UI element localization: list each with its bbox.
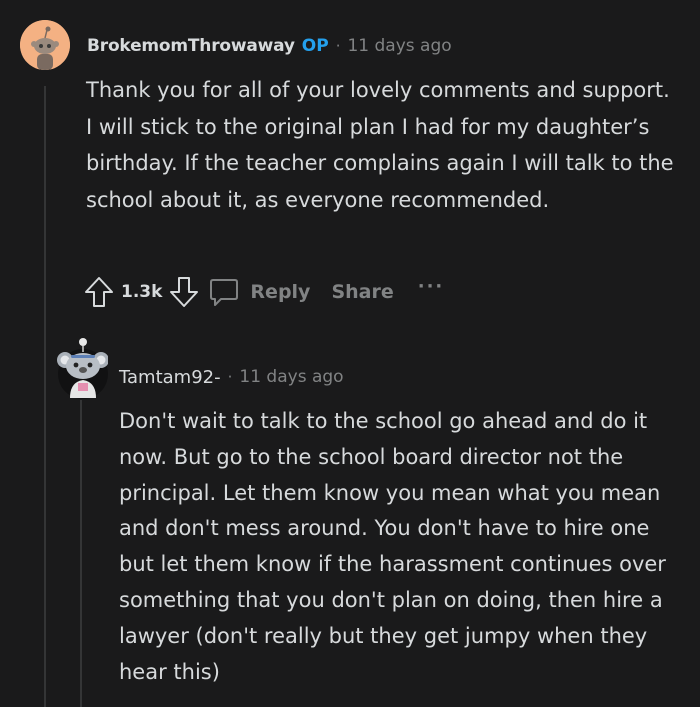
comment-meta: Tamtam92- · 11 days ago [119, 365, 344, 389]
speech-bubble-icon [210, 279, 239, 306]
separator-dot: · [335, 37, 341, 55]
timestamp[interactable]: 11 days ago [239, 367, 343, 387]
koala-avatar-icon [57, 338, 109, 399]
timestamp[interactable]: 11 days ago [347, 36, 451, 56]
downvote-button[interactable] [168, 274, 200, 310]
share-button[interactable]: Share [331, 281, 393, 303]
comment-body: Don't wait to talk to the school go ahea… [119, 409, 666, 684]
thread-line[interactable] [80, 400, 82, 707]
vote-count: 1.3k [121, 282, 163, 302]
reply-button[interactable]: Reply [208, 276, 310, 308]
comment-body: Thank you for all of your lovely comment… [86, 78, 674, 212]
user-avatar[interactable] [56, 338, 109, 400]
more-options-button[interactable]: ··· [418, 276, 445, 297]
comment-meta: BrokemomThrowaway OP · 11 days ago [87, 34, 452, 58]
snoo-avatar-icon [20, 20, 70, 70]
downvote-arrow-icon [170, 277, 199, 307]
upvote-button[interactable] [83, 274, 115, 310]
username[interactable]: Tamtam92- [119, 367, 221, 388]
reply-label: Reply [250, 281, 311, 303]
upvote-arrow-icon [85, 277, 113, 307]
user-avatar[interactable] [20, 20, 70, 70]
comment-actions: 1.3k Reply Share ··· [83, 273, 444, 311]
thread-line[interactable] [44, 86, 46, 707]
username[interactable]: BrokemomThrowaway [87, 36, 295, 56]
op-badge: OP [301, 36, 329, 56]
separator-dot: · [227, 368, 233, 386]
comment-thread: BrokemomThrowaway OP · 11 days ago Thank… [0, 0, 700, 707]
